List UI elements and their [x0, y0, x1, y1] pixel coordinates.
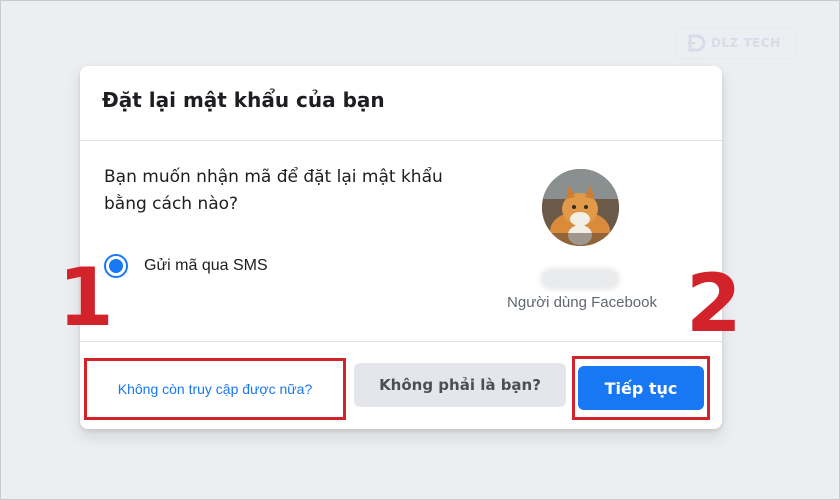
- watermark: DLZ TECH: [676, 27, 796, 59]
- dialog-title: Đặt lại mật khẩu của bạn: [102, 88, 385, 112]
- user-avatar: [542, 169, 619, 246]
- dlz-logo-icon: [688, 34, 706, 52]
- sms-option[interactable]: Gửi mã qua SMS: [104, 254, 268, 278]
- reset-method-question: Bạn muốn nhận mã để đặt lại mật khẩu bằn…: [104, 167, 443, 214]
- footer-divider: [80, 341, 722, 342]
- no-access-link[interactable]: Không còn truy cập được nữa?: [118, 381, 312, 397]
- step-1-annotation: 1: [58, 251, 114, 344]
- not-you-button[interactable]: Không phải là bạn?: [354, 363, 566, 407]
- step-2-annotation: 2: [686, 257, 742, 350]
- sms-option-label: Gửi mã qua SMS: [144, 257, 268, 274]
- reset-password-dialog: Đặt lại mật khẩu của bạn Bạn muốn nhận m…: [80, 66, 722, 429]
- watermark-text: DLZ TECH: [711, 36, 781, 50]
- user-role-label: Người dùng Facebook: [507, 294, 657, 311]
- continue-button[interactable]: Tiếp tục: [578, 366, 704, 410]
- dialog-header: Đặt lại mật khẩu của bạn: [80, 66, 722, 141]
- highlight-box-step2: Tiếp tục: [572, 356, 710, 420]
- cat-photo-icon: [542, 169, 619, 246]
- highlight-box-step1: Không còn truy cập được nữa?: [84, 358, 346, 420]
- blurred-user-name: [540, 268, 620, 290]
